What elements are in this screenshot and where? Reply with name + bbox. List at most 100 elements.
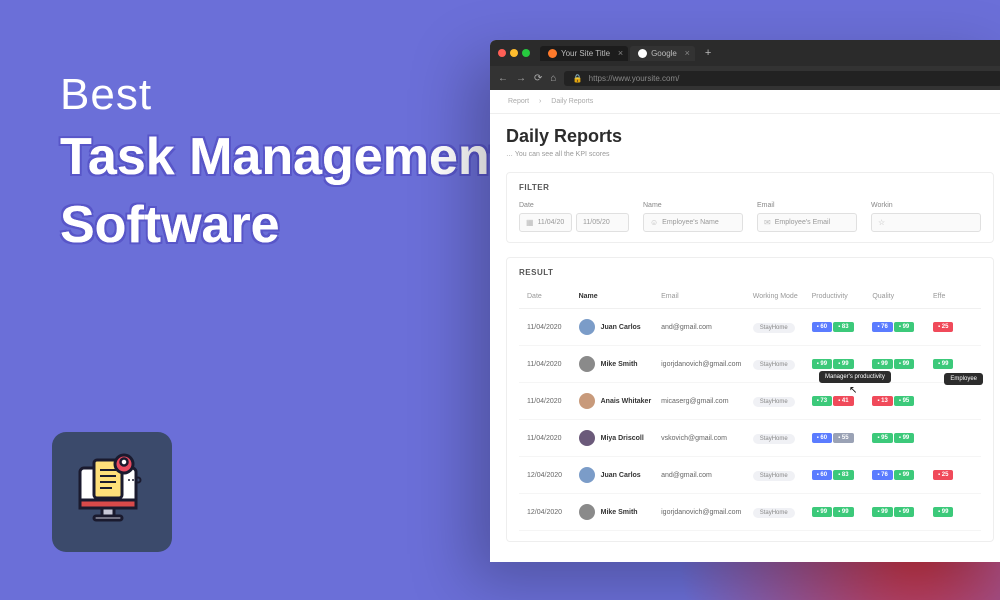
table-row[interactable]: 12/04/2020Juan Carlosand@gmail.comStayHo… bbox=[519, 457, 981, 494]
cell-eff: ▪ 25 bbox=[929, 470, 977, 480]
cell-eff: ▪ 99 bbox=[929, 507, 977, 517]
page-content: Daily Reports … You can see all the KPI … bbox=[490, 114, 1000, 562]
metric-pill: ▪ 73 bbox=[812, 396, 832, 406]
date-from-input[interactable]: ▦11/04/20 bbox=[519, 213, 572, 232]
reload-icon[interactable]: ⟳ bbox=[534, 73, 542, 84]
email-input[interactable]: ✉Employee's Email bbox=[757, 213, 857, 232]
mode-badge: StayHome bbox=[753, 397, 795, 407]
cell-mode: StayHome bbox=[749, 435, 808, 442]
cell-name: Miya Driscoll bbox=[575, 430, 658, 446]
hero-text: Best Task Management Software bbox=[60, 70, 507, 256]
cell-qual: ▪ 95▪ 99 bbox=[868, 433, 929, 443]
col-eff: Effe bbox=[929, 293, 977, 300]
cell-mode: StayHome bbox=[749, 324, 808, 331]
window-controls[interactable] bbox=[498, 49, 530, 57]
result-title: RESULT bbox=[519, 268, 981, 277]
table-header: Date Name Email Working Mode Productivit… bbox=[519, 285, 981, 309]
cell-prod: ▪ 60▪ 55 bbox=[808, 433, 869, 443]
user-icon: ☺ bbox=[650, 218, 658, 227]
avatar bbox=[579, 430, 595, 446]
metric-pill: ▪ 99 bbox=[812, 359, 832, 369]
cell-name: Mike Smith bbox=[575, 504, 658, 520]
table-row[interactable]: 11/04/2020Juan Carlosand@gmail.comStayHo… bbox=[519, 309, 981, 346]
max-dot[interactable] bbox=[522, 49, 530, 57]
mode-badge: StayHome bbox=[753, 471, 795, 481]
crumb-item[interactable]: Report bbox=[508, 98, 529, 105]
cell-date: 11/04/2020 bbox=[523, 398, 575, 405]
name-input[interactable]: ☺Employee's Name bbox=[643, 213, 743, 232]
cell-prod: ▪ 60▪ 83 bbox=[808, 322, 869, 332]
back-icon[interactable]: ← bbox=[498, 73, 508, 84]
table-row[interactable]: 11/04/2020Miya Driscollvskovich@gmail.co… bbox=[519, 420, 981, 457]
cell-eff: ▪ 25 bbox=[929, 322, 977, 332]
hero-line1: Best bbox=[60, 70, 507, 120]
close-dot[interactable] bbox=[498, 49, 506, 57]
monitor-icon bbox=[70, 450, 154, 534]
filter-panel: FILTER Date ▦11/04/20 11/05/20 Name ☺Emp… bbox=[506, 172, 994, 243]
hero-line2: Task Management bbox=[60, 128, 507, 188]
cell-date: 12/04/2020 bbox=[523, 509, 575, 516]
filter-label: Date bbox=[519, 202, 629, 209]
tooltip: Manager's productivity bbox=[819, 371, 891, 383]
cell-qual: ▪ 76▪ 99 bbox=[868, 322, 929, 332]
cell-name: Juan Carlos bbox=[575, 467, 658, 483]
cell-qual: ▪ 99▪ 99 bbox=[868, 359, 929, 369]
browser-tab-active[interactable]: Your Site Title × bbox=[540, 46, 628, 61]
metric-pill: ▪ 99 bbox=[933, 507, 953, 517]
metric-pill: ▪ 95 bbox=[894, 396, 914, 406]
mode-input[interactable]: ☆ bbox=[871, 213, 981, 232]
cell-email: and@gmail.com bbox=[657, 472, 749, 479]
cell-email: and@gmail.com bbox=[657, 324, 749, 331]
new-tab-button[interactable]: + bbox=[697, 47, 719, 59]
min-dot[interactable] bbox=[510, 49, 518, 57]
filter-mode: Workin ☆ bbox=[871, 202, 981, 232]
metric-pill: ▪ 41 bbox=[833, 396, 853, 406]
metric-pill: ▪ 99 bbox=[933, 359, 953, 369]
mode-badge: StayHome bbox=[753, 434, 795, 444]
metric-pill: ▪ 95 bbox=[872, 433, 892, 443]
cell-prod: ▪ 99▪ 99 bbox=[808, 359, 869, 369]
metric-pill: ▪ 83 bbox=[833, 470, 853, 480]
star-icon: ☆ bbox=[878, 218, 885, 227]
cell-date: 11/04/2020 bbox=[523, 324, 575, 331]
metric-pill: ▪ 99 bbox=[894, 359, 914, 369]
cell-mode: StayHome bbox=[749, 509, 808, 516]
forward-icon[interactable]: → bbox=[516, 73, 526, 84]
col-name: Name bbox=[575, 293, 658, 300]
filter-label: Workin bbox=[871, 202, 981, 209]
cursor-icon: ↖ bbox=[849, 385, 857, 396]
cell-email: igorjdanovich@gmail.com bbox=[657, 509, 749, 516]
filter-label: Email bbox=[757, 202, 857, 209]
browser-window: Your Site Title × Google × + ← → ⟳ ⌂ 🔒 h… bbox=[490, 40, 1000, 562]
table-row[interactable]: 11/04/2020Anais Whitakermicaserg@gmail.c… bbox=[519, 383, 981, 420]
filter-label: Name bbox=[643, 202, 743, 209]
metric-pill: ▪ 99 bbox=[812, 507, 832, 517]
metric-pill: ▪ 76 bbox=[872, 322, 892, 332]
home-icon[interactable]: ⌂ bbox=[550, 73, 556, 84]
cell-name: Anais Whitaker bbox=[575, 393, 658, 409]
cell-qual: ▪ 76▪ 99 bbox=[868, 470, 929, 480]
cell-date: 11/04/2020 bbox=[523, 361, 575, 368]
cell-date: 11/04/2020 bbox=[523, 435, 575, 442]
cell-email: micaserg@gmail.com bbox=[657, 398, 749, 405]
table-row[interactable]: 12/04/2020Mike Smithigorjdanovich@gmail.… bbox=[519, 494, 981, 531]
cell-mode: StayHome bbox=[749, 472, 808, 479]
breadcrumb: Report › Daily Reports bbox=[490, 90, 1000, 114]
table-row[interactable]: 11/04/2020Mike Smithigorjdanovich@gmail.… bbox=[519, 346, 981, 383]
close-icon[interactable]: × bbox=[685, 48, 690, 58]
col-qual: Quality bbox=[868, 293, 929, 300]
close-icon[interactable]: × bbox=[618, 48, 623, 58]
app-icon bbox=[52, 432, 172, 552]
avatar bbox=[579, 467, 595, 483]
crumb-sep: › bbox=[539, 98, 541, 105]
date-to-input[interactable]: 11/05/20 bbox=[576, 213, 629, 232]
browser-tab[interactable]: Google × bbox=[630, 46, 695, 61]
favicon-icon bbox=[638, 49, 647, 58]
cell-qual: ▪ 99▪ 99 bbox=[868, 507, 929, 517]
browser-tabbar: Your Site Title × Google × + bbox=[490, 40, 1000, 66]
metric-pill: ▪ 25 bbox=[933, 470, 953, 480]
url-text: https://www.yoursite.com/ bbox=[589, 74, 680, 83]
url-input[interactable]: 🔒 https://www.yoursite.com/ bbox=[564, 71, 1000, 86]
crumb-item[interactable]: Daily Reports bbox=[551, 98, 593, 105]
cell-prod: ▪ 99▪ 99 bbox=[808, 507, 869, 517]
